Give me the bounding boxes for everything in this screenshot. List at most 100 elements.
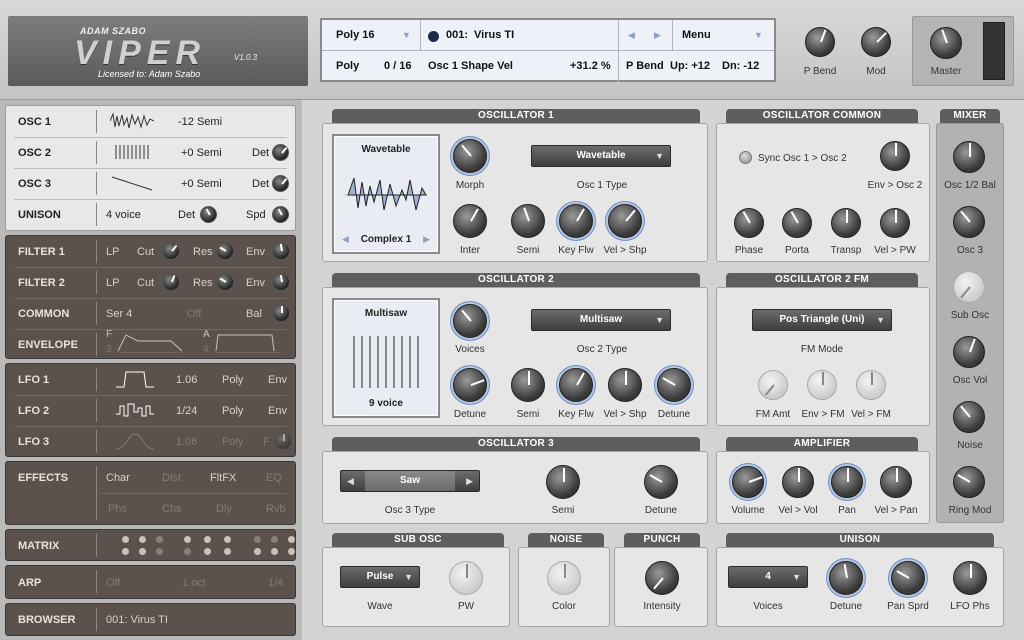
arp-octave[interactable]: 1 oct [182,577,206,589]
filter1-resonance-knob[interactable] [216,242,234,260]
osc2-semi-knob[interactable] [511,368,545,402]
common-row[interactable]: COMMON Ser 4 Off Bal [6,298,295,329]
master-knob[interactable] [930,27,962,59]
punch-intensity-knob[interactable] [645,561,679,595]
osc1-wavetable-display[interactable]: Wavetable Complex 1 ◀ ▶ [332,134,440,254]
osc2-row[interactable]: OSC 2 +0 Semi Det [6,137,295,168]
osc1-keyflw-knob[interactable] [559,204,593,238]
prev-patch-icon[interactable]: ◀ [628,30,635,41]
fm-mode-select[interactable]: Pos Triangle (Uni) ▼ [752,309,892,331]
mod-knob[interactable] [861,27,891,57]
fx-rvb-toggle[interactable]: Rvb [266,503,286,515]
osc2-detune-knob[interactable] [453,368,487,402]
amp-volume-knob[interactable] [732,466,764,498]
unison-pansprd-knob[interactable] [891,561,925,595]
pbend-down[interactable]: Dn: -12 [722,60,759,72]
mixer-sub-knob[interactable] [953,271,985,303]
noise-color-knob[interactable] [547,561,581,595]
chevron-down-icon[interactable]: ▼ [754,30,763,40]
filter1-cutoff-knob[interactable] [162,242,180,260]
osc2-velshp-knob[interactable] [608,368,642,402]
osc3-type-selector[interactable]: ◀ Saw ▶ [340,470,480,492]
osc2-type-select[interactable]: Multisaw ▼ [531,309,671,331]
arp-division[interactable]: 1/4 [268,577,283,589]
osc2-waveform-box[interactable]: Multisaw 9 voice [332,298,440,418]
pbend-up[interactable]: Up: +12 [670,60,710,72]
mixer-bal-knob[interactable] [953,141,985,173]
osc2-keyflw-knob[interactable] [559,368,593,402]
vel-fm-knob[interactable] [856,370,886,400]
subosc-wave-select[interactable]: Pulse ▼ [340,566,420,588]
unison-row[interactable]: UNISON 4 voice Det Spd [6,199,295,230]
lfo2-row[interactable]: LFO 2 1/24 Poly Env [6,395,295,426]
osc3-semi-knob[interactable] [546,465,580,499]
fx-phs-toggle[interactable]: Phs [108,503,127,515]
filter2-resonance-knob[interactable] [216,273,234,291]
osc2-detune2-knob[interactable] [657,368,691,402]
mixer-ring-knob[interactable] [953,466,985,498]
poly-mode-select[interactable]: Poly 16 [336,29,375,41]
fx-fltfx-toggle[interactable]: FltFX [210,472,236,484]
osc1-velshp-knob[interactable] [608,204,642,238]
lfo1-row[interactable]: LFO 1 1.06 Poly Env [6,364,295,395]
mixer-osc3-knob[interactable] [953,206,985,238]
fx-chs-toggle[interactable]: Chs [162,503,182,515]
fx-dly-toggle[interactable]: Dly [216,503,232,515]
mixer-noise-knob[interactable] [953,401,985,433]
matrix-row[interactable]: MATRIX [5,529,296,561]
transp-knob[interactable] [831,208,861,238]
unison-spread-knob[interactable] [272,206,289,223]
mixer-oscvol-knob[interactable] [953,336,985,368]
filter1-row[interactable]: FILTER 1 LP Cut Res Env [6,236,295,267]
unison-voices-select[interactable]: 4 ▼ [728,566,808,588]
osc1-morph-knob[interactable] [453,139,487,173]
filter2-cutoff-knob[interactable] [162,273,180,291]
lfo3-amount-knob[interactable] [274,432,292,450]
amp-pan-knob[interactable] [831,466,863,498]
velpw-knob[interactable] [880,208,910,238]
prev-wave-icon[interactable]: ◀ [347,476,354,487]
arp-row[interactable]: ARP Off 1 oct 1/4 [5,565,296,599]
osc3-detune-knob[interactable] [272,175,289,192]
fm-amt-knob[interactable] [758,370,788,400]
next-patch-icon[interactable]: ▶ [654,30,661,41]
filter2-row[interactable]: FILTER 2 LP Cut Res Env [6,267,295,298]
filter-balance-knob[interactable] [272,304,290,322]
unison-lfophs-knob[interactable] [953,561,987,595]
lfo3-row[interactable]: LFO 3 1.06 Poly F [6,426,295,457]
osc1-semi-knob[interactable] [511,204,545,238]
pbend-knob[interactable] [805,27,835,57]
fx-char-toggle[interactable]: Char [106,472,130,484]
phase-knob[interactable] [734,208,764,238]
subosc-pw-knob[interactable] [449,561,483,595]
amp-velpan-knob[interactable] [880,466,912,498]
next-wave-icon[interactable]: ▶ [423,234,430,245]
osc3-row[interactable]: OSC 3 +0 Semi Det [6,168,295,199]
chevron-down-icon[interactable]: ▼ [402,30,411,40]
unison-detune-knob[interactable] [200,206,217,223]
porta-knob[interactable] [782,208,812,238]
amp-velvol-knob[interactable] [782,466,814,498]
unison-detune-knob[interactable] [829,561,863,595]
next-wave-icon[interactable]: ▶ [466,476,473,487]
osc1-row[interactable]: OSC 1 -12 Semi [6,106,295,137]
patch-name[interactable]: Virus TI [474,29,514,41]
browser-row[interactable]: BROWSER 001: Virus TI [5,603,296,636]
osc2-detune-knob[interactable] [272,144,289,161]
fx-eq-toggle[interactable]: EQ [266,472,282,484]
osc1-inter-knob[interactable] [453,204,487,238]
osc1-type-select[interactable]: Wavetable ▼ [531,145,671,167]
filter2-env-knob[interactable] [272,273,290,291]
filter1-env-knob[interactable] [272,242,290,260]
arp-mode[interactable]: Off [106,577,120,589]
prev-wave-icon[interactable]: ◀ [342,234,349,245]
sync-toggle[interactable] [739,151,752,164]
envelope-row[interactable]: ENVELOPE F 3 A 4 [6,329,295,360]
osc2-voices-knob[interactable] [453,304,487,338]
osc3-detune-knob[interactable] [644,465,678,499]
fx-dist-toggle[interactable]: Dist [162,472,181,484]
menu-button[interactable]: Menu [682,29,711,41]
env-fm-knob[interactable] [807,370,837,400]
env-osc2-knob[interactable] [880,141,910,171]
browser-patch-name[interactable]: 001: Virus TI [106,614,168,626]
